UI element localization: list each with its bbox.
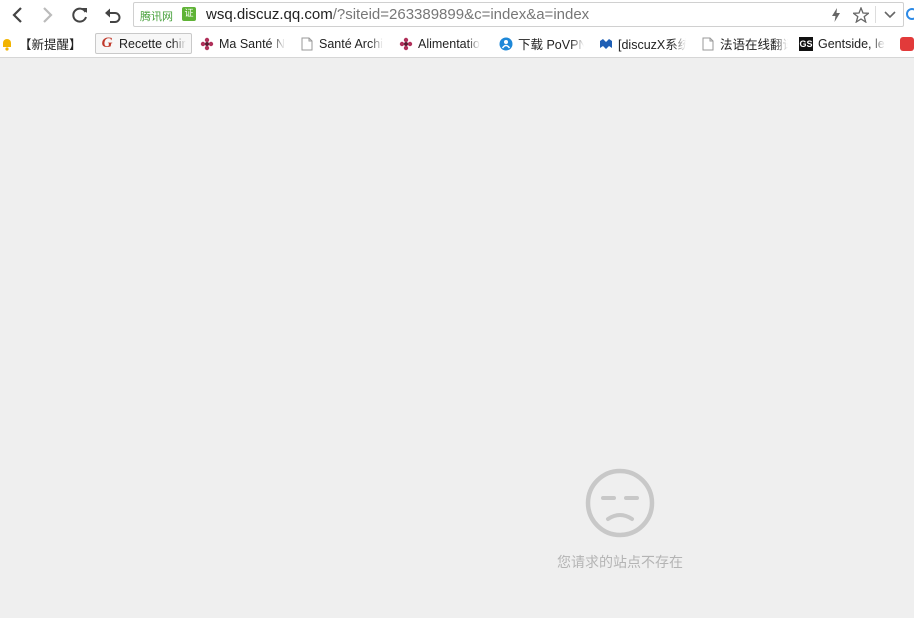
bookmark-item[interactable]: Alimentatio: [395, 33, 489, 54]
url-path: /?siteid=263389899&c=index&a=index: [332, 6, 590, 23]
sad-face-icon: [585, 468, 655, 538]
bookmark-item[interactable]: 【新提醒】: [0, 33, 84, 54]
bookmark-item[interactable]: Ma Santé N: [196, 33, 289, 54]
flower-icon: [399, 37, 413, 51]
bell-icon: [0, 37, 14, 51]
red-badge-icon: [900, 36, 914, 51]
bookmark-item[interactable]: [discuzX系统: [595, 33, 690, 54]
bookmark-item[interactable]: [896, 33, 914, 54]
secure-site-label[interactable]: 腾讯网: [140, 8, 173, 24]
undo-icon: [105, 8, 121, 23]
page-icon: [300, 37, 314, 51]
bookmark-item[interactable]: 法语在线翻译: [697, 33, 792, 54]
chevron-down-icon[interactable]: [880, 6, 900, 24]
url-host: wsq.discuz.qq.com: [206, 6, 333, 23]
reload-icon: [72, 7, 87, 23]
g-logo-icon: G: [101, 35, 113, 51]
bookmark-item[interactable]: Santé Archi: [296, 33, 390, 54]
address-bar[interactable]: 腾讯网 证 wsq.discuz.qq.com/?siteid=26338989…: [133, 2, 904, 27]
site-not-found-message: 您请求的站点不存在: [557, 555, 683, 571]
forward-button[interactable]: [35, 4, 59, 26]
chevron-left-icon: [12, 7, 22, 23]
chevron-right-icon: [43, 7, 53, 23]
povpn-icon: [499, 37, 513, 51]
extension-icon[interactable]: [906, 8, 914, 20]
flower-icon: [200, 37, 214, 51]
lightning-icon[interactable]: [826, 6, 846, 24]
undo-button[interactable]: [101, 4, 125, 26]
page-icon: [701, 37, 715, 51]
bookmark-item[interactable]: G Recette chir: [95, 33, 192, 54]
bookmark-item[interactable]: 下载 PoVPN: [495, 33, 588, 54]
url-text[interactable]: wsq.discuz.qq.com/?siteid=263389899&c=in…: [206, 6, 589, 23]
omnibox-divider: [875, 6, 876, 23]
bookmarks-bar: 【新提醒】 G Recette chir Ma Santé N Santé Ar…: [0, 30, 914, 58]
page-content: 您请求的站点不存在: [0, 58, 914, 618]
back-button[interactable]: [6, 4, 30, 26]
bookmark-item[interactable]: GS Gentside, le: [795, 33, 890, 54]
reload-button[interactable]: [68, 4, 92, 26]
gs-logo-icon: GS: [799, 36, 813, 51]
discuz-icon: [599, 37, 613, 51]
browser-toolbar: 腾讯网 证 wsq.discuz.qq.com/?siteid=26338989…: [0, 0, 914, 30]
star-icon[interactable]: [851, 6, 871, 24]
certificate-badge[interactable]: 证: [182, 7, 196, 21]
